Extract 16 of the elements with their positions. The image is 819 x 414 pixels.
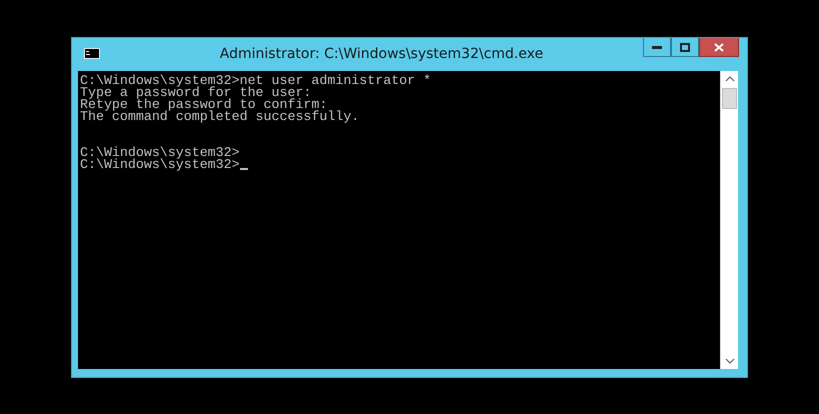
maximize-button[interactable] [671, 38, 699, 57]
minimize-icon [652, 45, 662, 49]
scrollbar[interactable] [720, 71, 738, 369]
scroll-thumb[interactable] [722, 88, 737, 109]
console-line: Type a password for the user: [80, 87, 312, 99]
console-line: C:\Windows\system32>net user administrator * [80, 75, 432, 87]
minimize-button[interactable] [643, 38, 671, 57]
close-button[interactable] [699, 38, 739, 57]
console-icon [84, 48, 100, 59]
close-icon [714, 42, 724, 52]
window-title: Administrator: C:\Windows\system32\cmd.exe [218, 46, 544, 62]
console-line: C:\Windows\system32> [80, 147, 240, 159]
console-line: The command completed successfully. [80, 111, 360, 123]
console-line: C:\Windows\system32> [80, 159, 248, 171]
console-line: Retype the password to confirm: [80, 99, 328, 111]
maximize-icon [680, 42, 690, 52]
